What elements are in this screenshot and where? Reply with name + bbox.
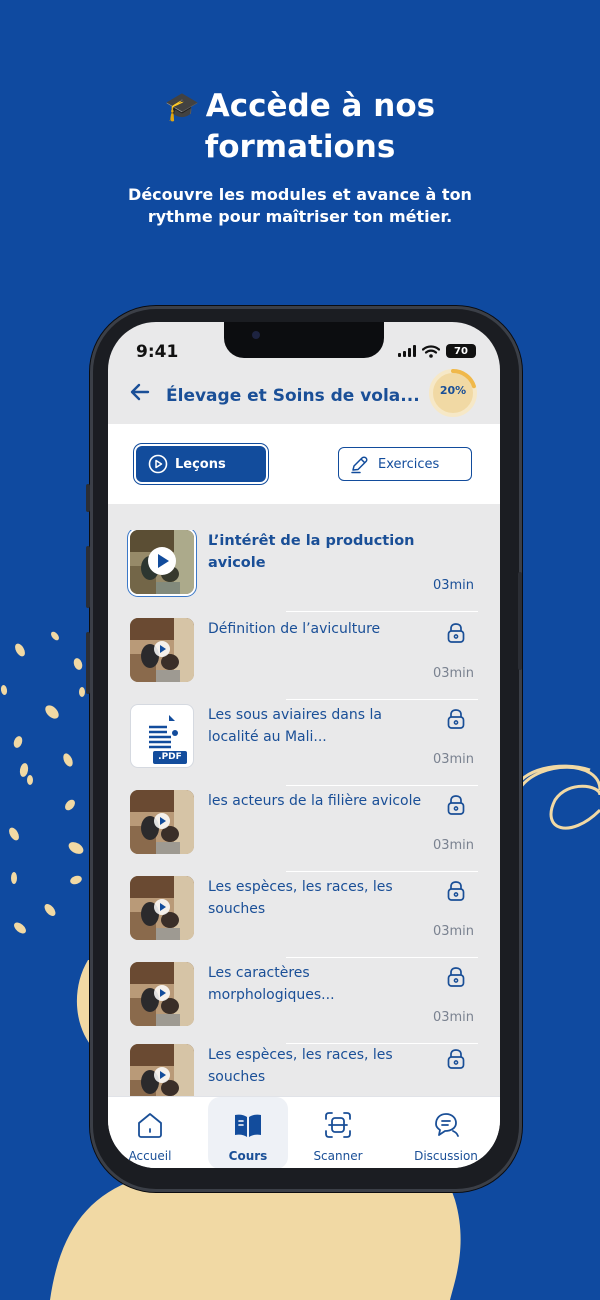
- video-thumbnail: [130, 1044, 194, 1096]
- status-icons: 70: [398, 344, 476, 358]
- lesson-duration: 03min: [432, 1010, 474, 1025]
- lesson-title: Les espèces, les races, les souches: [208, 879, 393, 917]
- video-thumbnail: [130, 876, 194, 940]
- phone-mute-switch: [86, 484, 90, 512]
- nav-discussion-label: Discussion: [414, 1149, 478, 1163]
- pdf-label: .PDF: [158, 752, 182, 762]
- progress-label: 20%: [439, 384, 467, 397]
- pdf-thumbnail: .PDF: [130, 704, 194, 768]
- lesson-item[interactable]: Les caractères morphologiques... 03min: [130, 962, 478, 1044]
- status-time: 9:41: [136, 342, 179, 362]
- phone-power-button: [518, 572, 522, 670]
- nav-cours-label: Cours: [228, 1149, 268, 1163]
- lock-icon: [447, 795, 465, 815]
- lock-icon: [447, 623, 465, 643]
- graduation-cap-icon: 🎓: [164, 90, 200, 123]
- tab-lecons-label: Leçons: [175, 456, 226, 472]
- lock-icon: [447, 967, 465, 987]
- lesson-duration: 03min: [432, 838, 474, 853]
- lesson-title: Définition de l’aviculture: [208, 621, 381, 637]
- phone-screen: 9:41 70 Élevage et Soins de vola... 20%: [108, 322, 500, 1168]
- lesson-title: Les sous aviaires dans la localité au Ma…: [208, 707, 382, 745]
- lesson-title: Les caractères morphologiques...: [208, 965, 335, 1003]
- bottom-nav: Accueil Cours Scanner Discussion: [108, 1096, 500, 1168]
- lock-icon: [447, 709, 465, 729]
- hero-title: 🎓 Accède à nos formations: [0, 86, 600, 167]
- phone-volume-up: [86, 546, 90, 608]
- play-circle-icon: [148, 454, 168, 474]
- lesson-duration: 03min: [432, 578, 474, 593]
- scan-icon: [325, 1112, 351, 1138]
- nav-cours[interactable]: Cours: [208, 1097, 288, 1168]
- lesson-title: Les espèces, les races, les souches: [208, 1047, 393, 1085]
- pencil-icon: [351, 456, 368, 474]
- lesson-duration: 03min: [432, 752, 474, 767]
- video-thumbnail: [130, 790, 194, 854]
- lesson-duration: 03min: [432, 924, 474, 939]
- nav-accueil-label: Accueil: [128, 1149, 172, 1163]
- lesson-separator: [286, 785, 478, 786]
- lesson-separator: [286, 699, 478, 700]
- chat-icon: [435, 1113, 459, 1137]
- notch: [224, 322, 384, 358]
- lock-icon: [447, 1049, 465, 1069]
- book-icon: [235, 1114, 261, 1137]
- lesson-separator: [286, 611, 478, 612]
- nav-discussion[interactable]: Discussion: [406, 1097, 486, 1168]
- lesson-title: L’intérêt de la production avicole: [208, 533, 415, 571]
- video-thumbnail: [130, 530, 194, 594]
- tab-lecons[interactable]: Leçons: [136, 446, 266, 482]
- nav-accueil[interactable]: Accueil: [110, 1097, 190, 1168]
- phone-volume-down: [86, 632, 90, 694]
- lesson-item[interactable]: Définition de l’aviculture 03min: [130, 618, 478, 700]
- lesson-title: les acteurs de la filière avicole: [208, 793, 422, 809]
- lesson-item[interactable]: Les espèces, les races, les souches 03mi…: [130, 876, 478, 958]
- front-camera: [252, 331, 260, 339]
- lesson-separator: [286, 957, 478, 958]
- tab-exercices-label: Exercices: [378, 456, 440, 472]
- hero-subtitle: Découvre les modules et avance à ton ryt…: [128, 185, 472, 226]
- lesson-item[interactable]: L’intérêt de la production avicole 03min: [130, 530, 478, 612]
- signal-icon: [398, 345, 416, 357]
- arrow-left-icon[interactable]: [128, 380, 152, 404]
- lesson-item[interactable]: Les espèces, les races, les souches: [130, 1044, 476, 1096]
- home-icon: [138, 1113, 162, 1138]
- wifi-icon: [422, 344, 440, 358]
- lock-icon: [447, 881, 465, 901]
- tabs-bar: Leçons Exercices: [108, 424, 500, 504]
- lesson-list: L’intérêt de la production avicole 03min …: [108, 530, 500, 1096]
- lesson-item[interactable]: .PDF Les sous aviaires dans la localité a…: [130, 704, 478, 786]
- battery-icon: 70: [446, 344, 476, 358]
- nav-scanner[interactable]: Scanner: [298, 1097, 378, 1168]
- nav-scanner-label: Scanner: [313, 1149, 363, 1163]
- course-title: Élevage et Soins de vola...: [166, 386, 420, 406]
- lesson-item[interactable]: les acteurs de la filière avicole 03min: [130, 790, 478, 872]
- lesson-duration: 03min: [432, 666, 474, 681]
- video-thumbnail: [130, 962, 194, 1026]
- tab-exercices[interactable]: Exercices: [338, 447, 472, 481]
- hero-title-line2: formations: [204, 129, 396, 165]
- lesson-separator: [286, 871, 478, 872]
- course-header: Élevage et Soins de vola... 20%: [108, 366, 500, 426]
- video-thumbnail: [130, 618, 194, 682]
- hero-title-line1: Accède à nos: [205, 88, 436, 124]
